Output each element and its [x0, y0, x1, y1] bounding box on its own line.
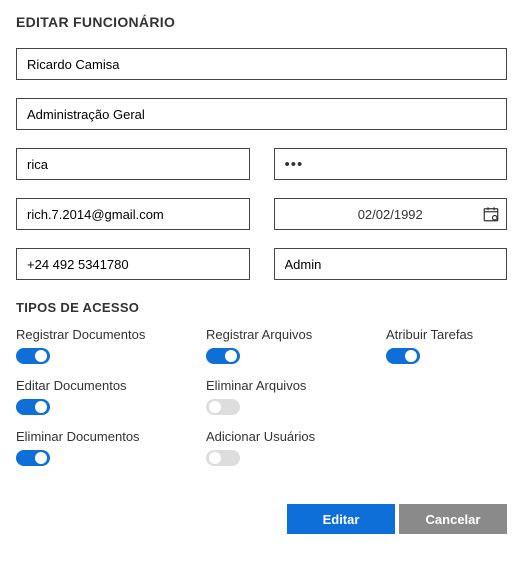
email-input[interactable]: [27, 207, 239, 222]
name-field[interactable]: [16, 48, 507, 80]
email-field[interactable]: [16, 198, 250, 230]
birthdate-field[interactable]: 02/02/1992: [274, 198, 508, 230]
birthdate-value: 02/02/1992: [285, 207, 497, 222]
username-input[interactable]: [27, 157, 239, 172]
password-value: •••: [285, 156, 304, 173]
permission-label: Editar Documentos: [16, 378, 206, 393]
permission-label: Registrar Documentos: [16, 327, 206, 342]
permissions-grid: Registrar DocumentosRegistrar ArquivosAt…: [16, 327, 507, 466]
department-field[interactable]: [16, 98, 507, 130]
permission-item: Editar Documentos: [16, 378, 206, 415]
submit-button[interactable]: Editar: [287, 504, 395, 534]
permission-item: Atribuir Tarefas: [386, 327, 507, 364]
permission-item: Registrar Documentos: [16, 327, 206, 364]
password-field[interactable]: •••: [274, 148, 508, 180]
permission-label: Registrar Arquivos: [206, 327, 386, 342]
department-input[interactable]: [27, 107, 496, 122]
permission-label: Eliminar Documentos: [16, 429, 206, 444]
permission-label: Adicionar Usuários: [206, 429, 386, 444]
permission-toggle[interactable]: [206, 399, 240, 415]
permission-label: Atribuir Tarefas: [386, 327, 507, 342]
role-field[interactable]: [274, 248, 508, 280]
cancel-button[interactable]: Cancelar: [399, 504, 507, 534]
permission-item: Registrar Arquivos: [206, 327, 386, 364]
permission-toggle[interactable]: [16, 399, 50, 415]
calendar-icon[interactable]: [482, 205, 500, 223]
role-input[interactable]: [285, 257, 497, 272]
permission-toggle[interactable]: [206, 348, 240, 364]
button-row: Editar Cancelar: [16, 504, 507, 534]
permission-item: Eliminar Documentos: [16, 429, 206, 466]
access-section-title: TIPOS DE ACESSO: [16, 300, 507, 315]
permission-toggle[interactable]: [16, 450, 50, 466]
permission-label: Eliminar Arquivos: [206, 378, 386, 393]
permission-item: [386, 429, 507, 466]
permission-item: Adicionar Usuários: [206, 429, 386, 466]
permission-toggle[interactable]: [386, 348, 420, 364]
phone-input[interactable]: [27, 257, 239, 272]
form-title: EDITAR FUNCIONÁRIO: [16, 14, 507, 30]
permission-toggle[interactable]: [206, 450, 240, 466]
phone-field[interactable]: [16, 248, 250, 280]
permission-item: Eliminar Arquivos: [206, 378, 386, 415]
permission-toggle[interactable]: [16, 348, 50, 364]
permission-item: [386, 378, 507, 415]
username-field[interactable]: [16, 148, 250, 180]
name-input[interactable]: [27, 57, 496, 72]
